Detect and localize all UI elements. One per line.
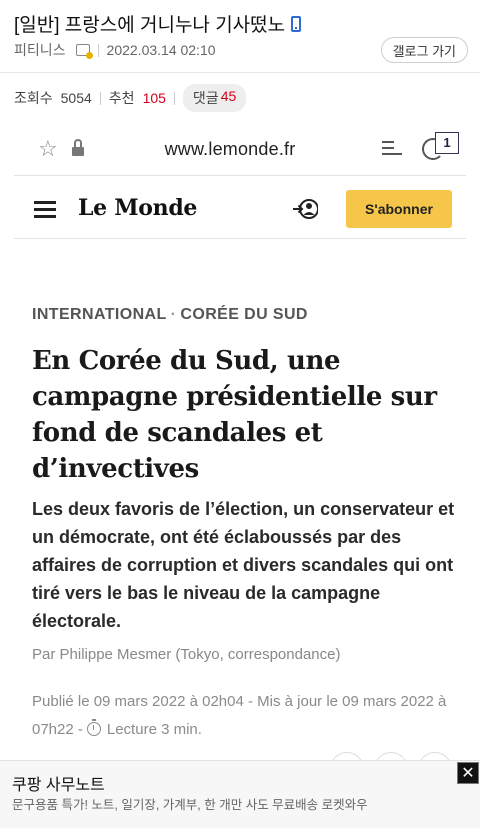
article-dates: Publié le 09 mars 2022 à 02h04 - Mis à j…: [32, 688, 452, 744]
ad-banner[interactable]: 쿠팡 사무노트 문구용품 특가! 노트, 일기장, 가계부, 한 개만 사도 무…: [0, 760, 480, 828]
url-text[interactable]: www.lemonde.fr: [140, 139, 320, 160]
subsection-link[interactable]: CORÉE DU SUD: [180, 306, 307, 323]
post-header: [일반] 프랑스에 거니누나 기사떴노 피티니스 2022.03.14 02:1…: [0, 0, 480, 72]
author-name[interactable]: 피티니스: [14, 40, 66, 60]
post-meta: 피티니스 2022.03.14 02:10: [14, 40, 216, 60]
article-lede: Les deux favoris de l’élection, un conse…: [32, 499, 455, 631]
post-stats: 조회수 5054 추천 105 댓글 45: [14, 84, 247, 112]
article-kicker: INTERNATIONAL · CORÉE DU SUD: [32, 306, 308, 324]
tabs-icon[interactable]: 1: [422, 132, 460, 162]
lemonde-logo[interactable]: Le Monde: [78, 195, 197, 221]
post-title: [일반] 프랑스에 거니누나 기사떴노: [14, 10, 302, 37]
lemonde-navbar: Le Monde S'abonner: [14, 175, 466, 239]
subscribe-button[interactable]: S'abonner: [346, 190, 452, 228]
timer-icon: [86, 719, 101, 736]
post-timestamp: 2022.03.14 02:10: [106, 42, 216, 58]
lock-icon: [72, 139, 84, 156]
article-headline: En Corée du Sud, une campagne présidenti…: [32, 346, 437, 484]
close-icon[interactable]: ✕: [457, 762, 479, 784]
gallery-button[interactable]: 갤로그 가기: [380, 37, 468, 63]
views-count: 5054: [60, 90, 92, 106]
stats-divider: [99, 91, 101, 105]
stats-divider: [173, 91, 175, 105]
tab-count: 1: [435, 132, 459, 154]
comments-button[interactable]: 댓글 45: [182, 84, 247, 112]
post-title-text: [일반] 프랑스에 거니누나 기사떴노: [14, 15, 286, 36]
meta-divider: [97, 43, 99, 57]
comments-count: 45: [220, 88, 237, 104]
reading-time: Lecture 3 min.: [106, 721, 202, 738]
comments-label: 댓글: [192, 90, 219, 106]
header-divider: [0, 72, 480, 73]
hamburger-icon[interactable]: [34, 201, 56, 218]
likes-count: 105: [142, 90, 166, 106]
star-icon[interactable]: ☆: [38, 138, 58, 160]
reader-mode-icon[interactable]: [382, 140, 402, 158]
ad-description: 문구용품 특가! 노트, 일기장, 가계부, 한 개만 사도 무료배송 로켓와우: [12, 798, 368, 812]
login-icon[interactable]: [292, 198, 318, 220]
phone-icon: [291, 16, 302, 32]
likes-label: 추천: [108, 90, 135, 106]
views-label: 조회수: [14, 90, 53, 106]
author-badge-icon: [75, 44, 93, 59]
ad-title: 쿠팡 사무노트: [12, 777, 105, 794]
section-link[interactable]: INTERNATIONAL: [32, 306, 167, 323]
kicker-separator: ·: [170, 306, 177, 323]
article-byline: Par Philippe Mesmer (Tokyo, correspondan…: [32, 646, 341, 663]
